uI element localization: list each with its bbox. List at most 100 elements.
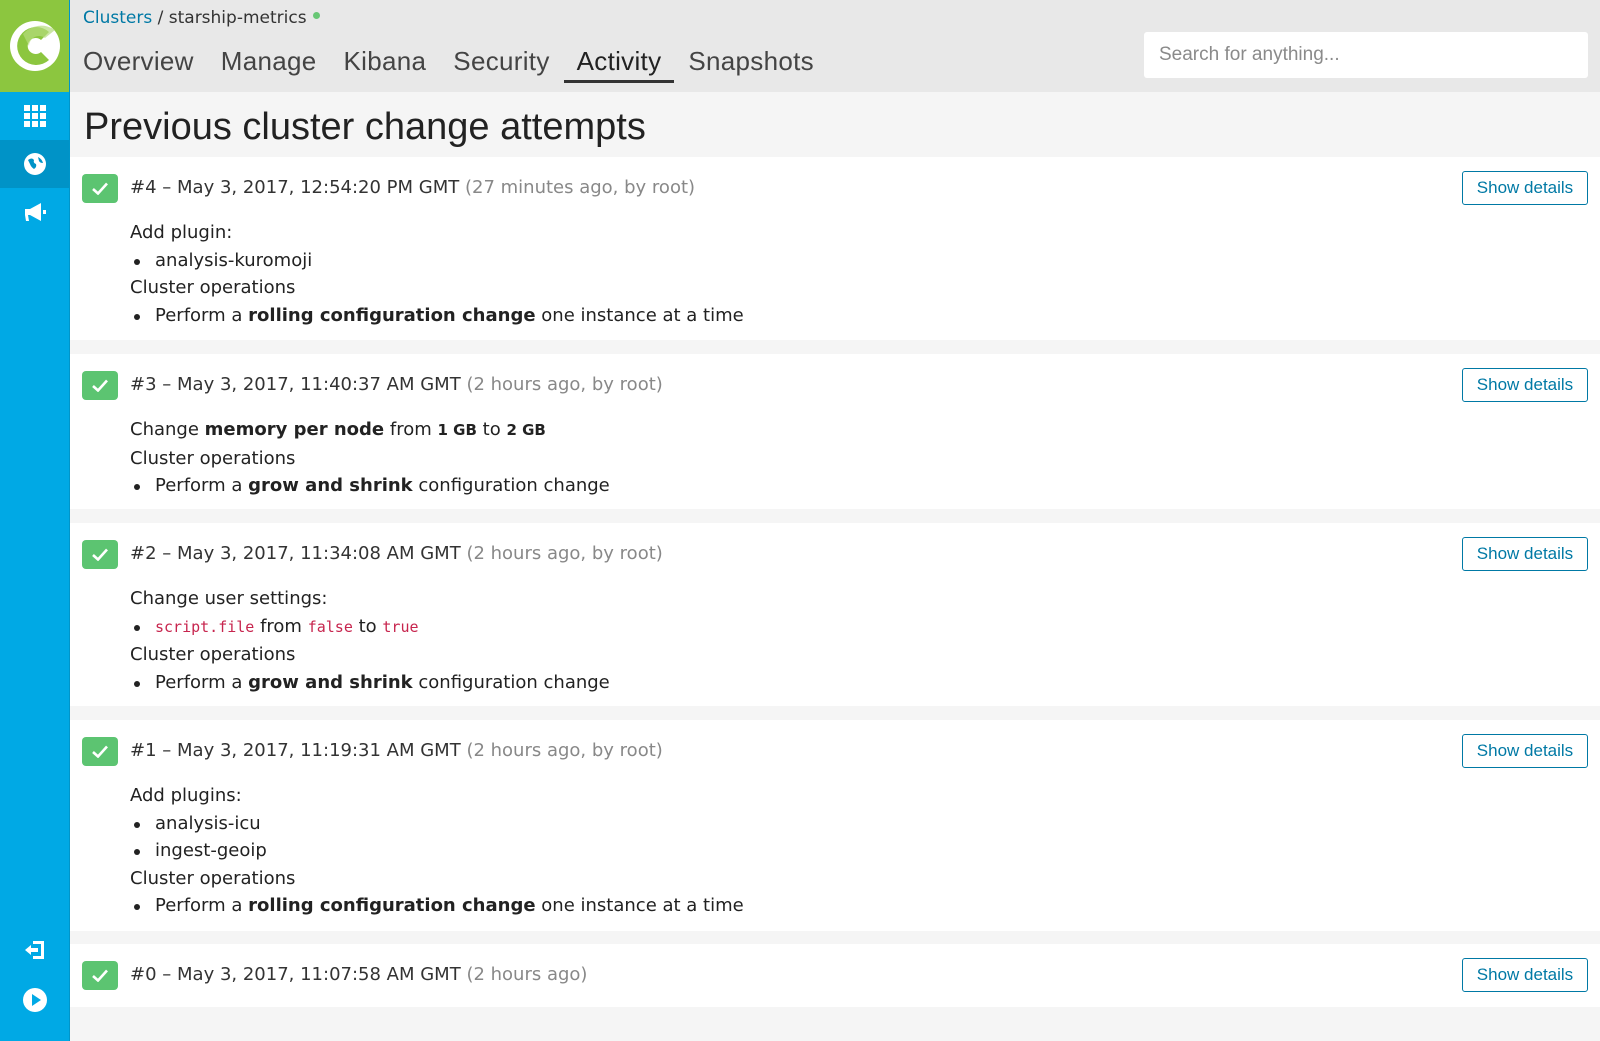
plugin-item: analysis-icu xyxy=(130,810,744,838)
memory-pre: Change xyxy=(130,419,199,440)
play-button[interactable] xyxy=(0,975,69,1025)
apps-grid-icon xyxy=(23,105,46,127)
op-post: one instance at a time xyxy=(541,304,744,326)
setting-from: from xyxy=(260,615,302,637)
memory-change: Change memory per node from 1 GB to 2 GB xyxy=(130,416,610,445)
change-header: #2 – May 3, 2017, 11:34:08 AM GMT (2 hou… xyxy=(130,543,663,564)
change-id: #1 xyxy=(130,740,157,761)
change-card: #0 – May 3, 2017, 11:07:58 AM GMT (2 hou… xyxy=(70,944,1600,1007)
apps-grid-button[interactable] xyxy=(0,92,69,140)
change-header: #1 – May 3, 2017, 11:19:31 AM GMT (2 hou… xyxy=(130,740,663,761)
change-card: #2 – May 3, 2017, 11:34:08 AM GMT (2 hou… xyxy=(70,523,1600,706)
cluster-ops-label: Cluster operations xyxy=(130,867,296,889)
tab-activity[interactable]: Activity xyxy=(563,46,675,83)
op-strategy: grow and shrink xyxy=(248,671,413,693)
setting-to: to xyxy=(358,615,377,637)
show-details-button[interactable]: Show details xyxy=(1462,171,1588,205)
memory-from: from xyxy=(389,419,432,440)
check-icon xyxy=(92,379,108,392)
change-card: #3 – May 3, 2017, 11:40:37 AM GMT (2 hou… xyxy=(70,354,1600,509)
change-dash: – xyxy=(162,740,172,761)
check-icon xyxy=(92,969,108,982)
op-pre: Perform a xyxy=(155,475,243,496)
tab-snapshots[interactable]: Snapshots xyxy=(675,46,827,83)
change-id: #2 xyxy=(130,543,157,564)
breadcrumb: Clusters / starship-metrics xyxy=(83,8,320,28)
success-badge xyxy=(82,174,118,203)
cloud-logo-icon xyxy=(9,21,60,71)
change-body: Change user settings: script.file from f… xyxy=(130,585,610,696)
op-pre: Perform a xyxy=(155,304,243,326)
header: Clusters / starship-metrics Overview Man… xyxy=(70,0,1600,92)
change-time: May 3, 2017, 11:34:08 AM GMT xyxy=(177,543,461,564)
main-content: Previous cluster change attempts #4 – Ma… xyxy=(70,92,1600,1041)
op-pre: Perform a xyxy=(155,671,243,693)
search-input[interactable] xyxy=(1144,32,1588,78)
change-body: Change memory per node from 1 GB to 2 GB… xyxy=(130,416,610,500)
change-meta: (2 hours ago, by root) xyxy=(466,543,663,564)
change-body: Add plugin: analysis-kuromoji Cluster op… xyxy=(130,219,744,329)
change-dash: – xyxy=(162,374,172,395)
change-dash: – xyxy=(162,177,172,198)
op-strategy: rolling configuration change xyxy=(248,304,536,326)
change-heading: Change user settings: xyxy=(130,588,328,609)
check-icon xyxy=(92,548,108,561)
setting-item: script.file from false to true xyxy=(130,613,610,642)
cluster-ops-label: Cluster operations xyxy=(130,644,296,665)
change-dash: – xyxy=(162,964,172,985)
show-details-button[interactable]: Show details xyxy=(1462,368,1588,402)
change-id: #0 xyxy=(130,964,157,985)
tab-kibana[interactable]: Kibana xyxy=(331,46,440,83)
op-strategy: grow and shrink xyxy=(248,475,413,496)
clusters-nav-button[interactable] xyxy=(0,140,69,188)
tab-manage[interactable]: Manage xyxy=(208,46,330,83)
tab-security[interactable]: Security xyxy=(440,46,562,83)
logout-icon xyxy=(24,941,44,959)
success-badge xyxy=(82,540,118,569)
tab-bar: Overview Manage Kibana Security Activity… xyxy=(83,46,828,83)
operation-item: Perform a grow and shrink configuration … xyxy=(130,669,610,697)
check-icon xyxy=(92,182,108,195)
show-details-button[interactable]: Show details xyxy=(1462,958,1588,992)
change-time: May 3, 2017, 11:07:58 AM GMT xyxy=(177,964,461,985)
check-icon xyxy=(92,745,108,758)
change-body: Add plugins: analysis-icu ingest-geoip C… xyxy=(130,782,744,920)
setting-key: script.file xyxy=(155,617,255,636)
show-details-button[interactable]: Show details xyxy=(1462,734,1588,768)
logout-button[interactable] xyxy=(0,925,69,975)
change-id: #3 xyxy=(130,374,157,395)
news-button[interactable] xyxy=(0,188,69,236)
app-logo[interactable] xyxy=(0,0,69,92)
play-circle-icon xyxy=(22,988,47,1012)
cluster-status-dot xyxy=(312,12,320,19)
op-post: configuration change xyxy=(418,671,610,693)
tab-overview[interactable]: Overview xyxy=(83,46,207,83)
change-meta: (2 hours ago, by root) xyxy=(466,740,663,761)
change-id: #4 xyxy=(130,177,157,198)
change-card: #4 – May 3, 2017, 12:54:20 PM GMT (27 mi… xyxy=(70,157,1600,340)
memory-setting: memory per node xyxy=(204,419,385,440)
change-meta: (2 hours ago) xyxy=(466,964,588,985)
memory-new-value: 2 GB xyxy=(506,421,546,439)
change-dash: – xyxy=(162,543,172,564)
op-pre: Perform a xyxy=(155,895,243,916)
cluster-ops-label: Cluster operations xyxy=(130,447,296,469)
breadcrumb-clusters-link[interactable]: Clusters xyxy=(83,8,152,28)
op-post: one instance at a time xyxy=(541,895,744,916)
breadcrumb-cluster-name: starship-metrics xyxy=(168,8,307,28)
op-strategy: rolling configuration change xyxy=(248,895,536,916)
show-details-button[interactable]: Show details xyxy=(1462,537,1588,571)
plugin-item: ingest-geoip xyxy=(130,837,744,865)
change-heading: Add plugins: xyxy=(130,785,242,806)
change-time: May 3, 2017, 11:40:37 AM GMT xyxy=(177,374,461,395)
success-badge xyxy=(82,371,118,400)
operation-item: Perform a rolling configuration change o… xyxy=(130,892,744,920)
operation-item: Perform a grow and shrink configuration … xyxy=(130,472,610,500)
setting-new-value: true xyxy=(382,617,419,636)
change-card: #1 – May 3, 2017, 11:19:31 AM GMT (2 hou… xyxy=(70,720,1600,931)
change-meta: (27 minutes ago, by root) xyxy=(464,177,696,198)
operation-item: Perform a rolling configuration change o… xyxy=(130,302,744,330)
page-title: Previous cluster change attempts xyxy=(84,106,646,148)
success-badge xyxy=(82,961,118,990)
change-time: May 3, 2017, 11:19:31 AM GMT xyxy=(177,740,461,761)
